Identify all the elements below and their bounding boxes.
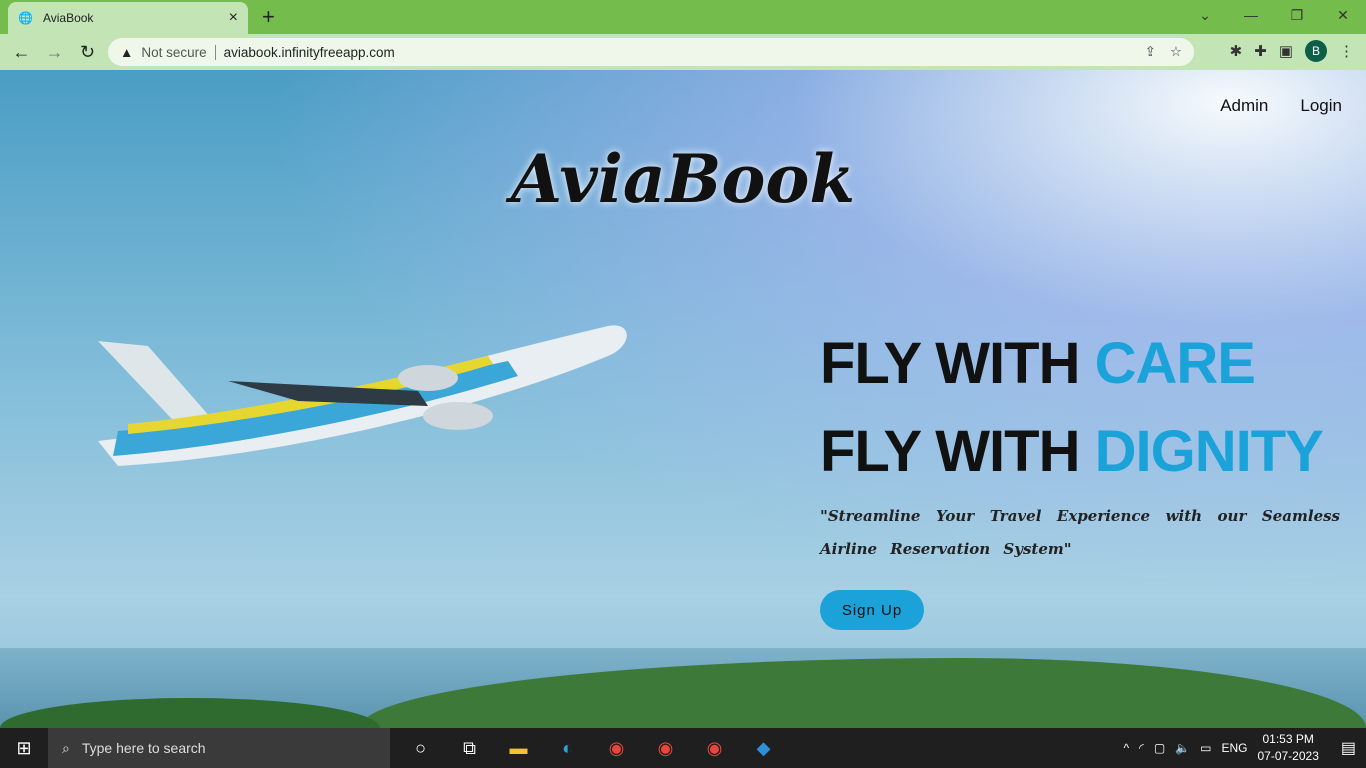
chrome-profile-m-icon[interactable]: ◉ (690, 738, 739, 759)
minimize-button[interactable]: — (1228, 0, 1274, 30)
not-secure-label[interactable]: Not secure (141, 44, 216, 60)
nav-login[interactable]: Login (1300, 96, 1342, 116)
restore-button[interactable]: ❐ (1274, 0, 1320, 30)
browser-toolbar: ← → ↻ ▲ Not secure aviabook.infinityfree… (0, 34, 1366, 70)
tab-aviabook[interactable]: 🌐 AviaBook × (8, 2, 248, 34)
show-hidden-icons[interactable]: ^ (1124, 741, 1130, 755)
hero-page: Admin Login AviaBook FLY WITH CARE FLY W… (0, 70, 1366, 728)
search-icon: ⌕ (62, 739, 70, 756)
bookmark-star-icon[interactable]: ☆ (1170, 44, 1182, 60)
globe-icon: 🌐 (18, 11, 33, 25)
airplane-image (98, 325, 627, 466)
nav-admin[interactable]: Admin (1220, 96, 1268, 116)
reload-icon[interactable]: ↻ (71, 42, 104, 63)
chrome-icon[interactable]: ◉ (592, 738, 641, 759)
forward-icon[interactable]: → (38, 42, 71, 63)
address-bar[interactable]: ▲ Not secure aviabook.infinityfreeapp.co… (108, 38, 1194, 66)
tab-search-icon[interactable]: ⌄ (1182, 0, 1228, 30)
puzzle-extensions-icon[interactable]: ✚ (1254, 42, 1267, 60)
site-logo: AviaBook (510, 140, 856, 218)
search-placeholder: Type here to search (81, 740, 206, 756)
close-tab-icon[interactable]: × (229, 9, 238, 27)
headline-dignity: FLY WITH DIGNITY (820, 419, 1324, 484)
meet-now-icon[interactable]: ▢ (1154, 741, 1165, 755)
language-indicator[interactable]: ENG (1221, 741, 1247, 755)
taskbar: ⊞ ⌕ Type here to search ○ ⧉ ▬ ◐ ◉ ◉ ◉ ◆ … (0, 728, 1366, 768)
wifi-icon[interactable]: ◜ (1139, 741, 1144, 755)
volume-icon[interactable]: 🔈 (1175, 741, 1190, 755)
chrome-profile-b-icon[interactable]: ◉ (641, 738, 690, 759)
task-view-icon[interactable]: ⧉ (445, 738, 494, 759)
share-icon[interactable]: ⇪ (1145, 44, 1156, 60)
edge-icon[interactable]: ◐ (543, 738, 592, 759)
battery-icon[interactable]: ▭ (1200, 741, 1211, 755)
clock[interactable]: 01:53 PM 07-07-2023 (1257, 731, 1318, 765)
tagline: "Streamline Your Travel Experience with … (820, 507, 1340, 558)
back-icon[interactable]: ← (5, 42, 38, 63)
tab-bar: 🌐 AviaBook × + ⌄ — ❐ ✕ (0, 0, 1366, 34)
side-panel-icon[interactable]: ▣ (1279, 42, 1293, 60)
headline-care: FLY WITH CARE (820, 331, 1256, 396)
profile-avatar[interactable]: B (1305, 40, 1327, 62)
vscode-icon[interactable]: ◆ (739, 738, 788, 759)
url-text[interactable]: aviabook.infinityfreeapp.com (224, 45, 395, 60)
cortana-icon[interactable]: ○ (396, 738, 445, 759)
file-explorer-icon[interactable]: ▬ (494, 738, 543, 759)
new-tab-button[interactable]: + (262, 4, 275, 30)
taskbar-search[interactable]: ⌕ Type here to search (48, 728, 390, 768)
sign-up-button[interactable]: Sign Up (820, 590, 924, 630)
windows-start-icon[interactable]: ⊞ (0, 738, 48, 759)
bug-extension-icon[interactable]: ✱ (1230, 42, 1243, 60)
close-window-button[interactable]: ✕ (1320, 0, 1366, 30)
notifications-icon[interactable]: ▤ (1341, 738, 1356, 758)
tab-title: AviaBook (42, 11, 94, 25)
warning-icon: ▲ (120, 44, 134, 60)
menu-icon[interactable]: ⋮ (1339, 42, 1354, 60)
